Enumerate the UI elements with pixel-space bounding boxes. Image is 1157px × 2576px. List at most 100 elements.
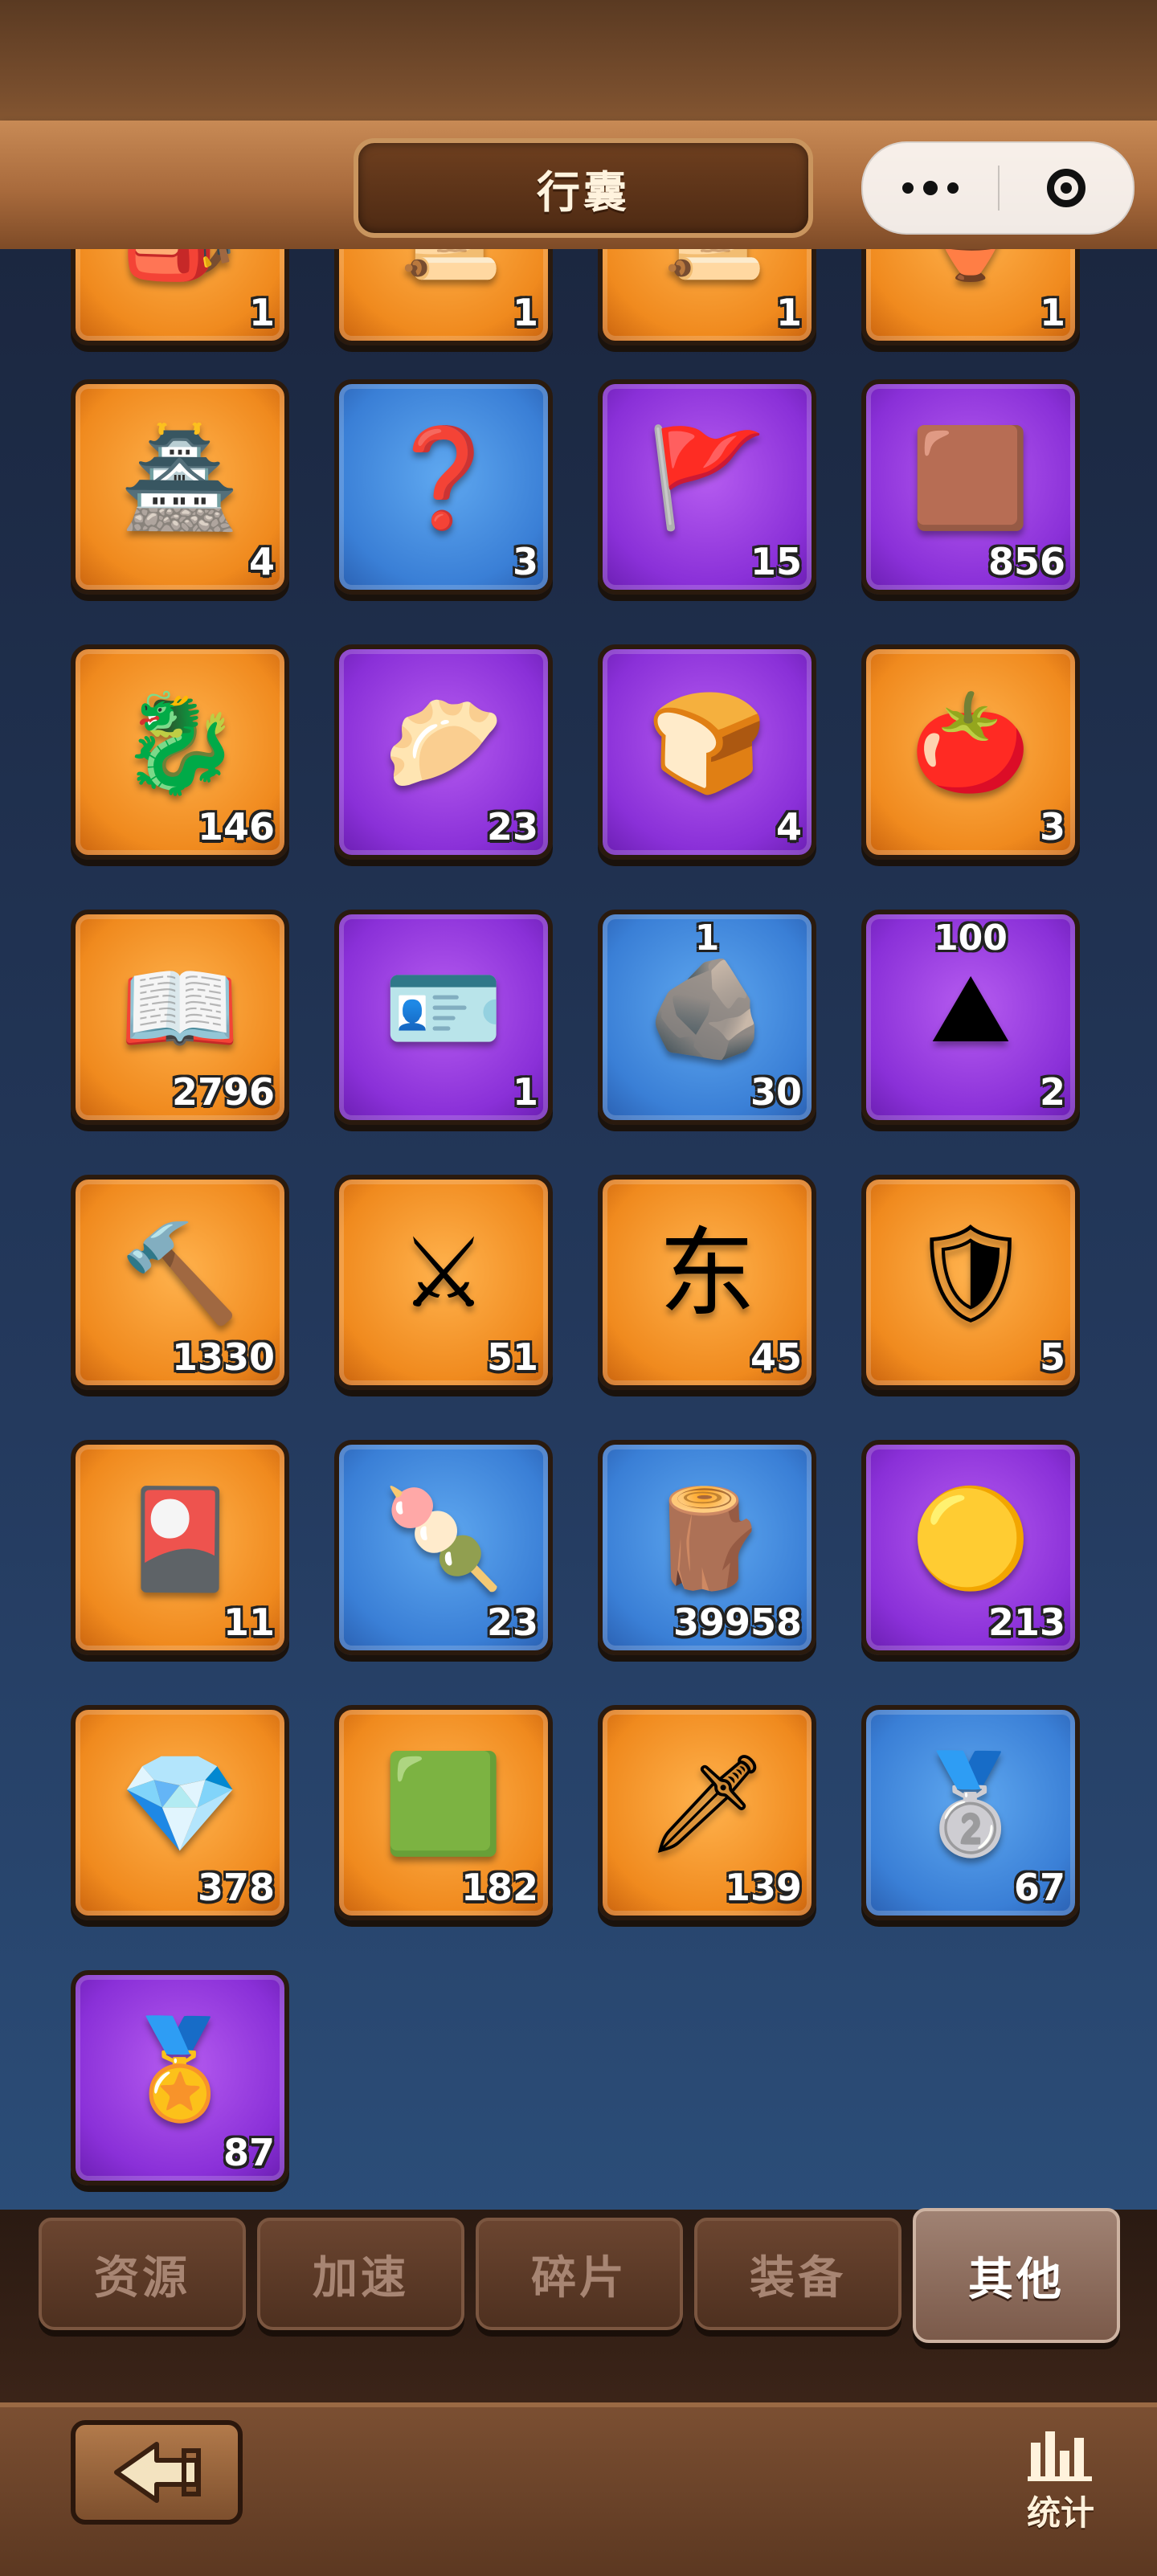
inventory-item[interactable]: ⛰ 100 2 xyxy=(861,910,1080,1125)
item-count: 87 xyxy=(223,2131,275,2174)
jade-icon: 🟩 xyxy=(383,1748,504,1860)
item-count: 39958 xyxy=(673,1601,802,1644)
fortress-relocate-icon: 🏯 xyxy=(120,422,240,534)
ore-pile-icon: ⛰ xyxy=(930,952,1012,1065)
dumplings-icon: 🍡 xyxy=(383,1482,504,1595)
item-count: 23 xyxy=(486,805,538,848)
inventory-item[interactable]: 🍡 23 xyxy=(334,1440,553,1655)
tab-3[interactable]: 装备 xyxy=(694,2218,901,2330)
inventory-item[interactable]: 🔨 1330 xyxy=(71,1175,289,1390)
close-circle-icon xyxy=(1047,169,1085,207)
dot xyxy=(947,182,959,194)
inventory-item[interactable]: 🟫 856 xyxy=(861,379,1080,595)
inventory-item[interactable]: 🚩 15 xyxy=(598,379,816,595)
bar-chart-icon xyxy=(1028,2431,1092,2481)
book-scroll-icon: 📖 xyxy=(120,952,240,1065)
inventory-item[interactable]: 🏺1 xyxy=(861,249,1080,346)
inventory-item[interactable]: 📖 2796 xyxy=(71,910,289,1125)
item-count: 1330 xyxy=(171,1335,275,1379)
inventory-item[interactable]: 🪪 1 xyxy=(334,910,553,1125)
tab-2[interactable]: 碎片 xyxy=(476,2218,683,2330)
tab-1[interactable]: 加速 xyxy=(257,2218,464,2330)
chariot-card-icon: 🎴 xyxy=(120,1482,240,1595)
item-count: 23 xyxy=(486,1601,538,1644)
back-arrow-icon xyxy=(114,2442,201,2503)
item-count: 3 xyxy=(512,540,538,583)
item-count: 1 xyxy=(512,291,538,334)
leather-icon: 🟫 xyxy=(910,422,1031,534)
inventory-item[interactable]: 🟡 213 xyxy=(861,1440,1080,1655)
inventory-item[interactable]: 🎒1 xyxy=(71,249,289,346)
inventory-item[interactable]: 🍅 3 xyxy=(861,644,1080,860)
tab-label: 资源 xyxy=(94,2251,190,2304)
green-card-icon: 🪪 xyxy=(383,952,504,1065)
tab-4[interactable]: 其他 xyxy=(913,2208,1120,2343)
red-shield-icon: 🛡 xyxy=(909,1217,1032,1330)
tab-0[interactable]: 资源 xyxy=(39,2218,246,2330)
item-count: 15 xyxy=(750,540,802,583)
inventory-item[interactable]: 东 45 xyxy=(598,1175,816,1390)
item-count: 3 xyxy=(1039,805,1065,848)
item-count: 1 xyxy=(775,291,802,334)
item-count: 30 xyxy=(750,1070,802,1114)
item-count: 45 xyxy=(750,1335,802,1379)
inventory-item[interactable]: 🥟 23 xyxy=(334,644,553,860)
item-count: 213 xyxy=(987,1601,1065,1644)
back-button[interactable] xyxy=(71,2420,243,2525)
random-relocate-icon: ❓ xyxy=(383,422,504,534)
east-token-icon: 东 xyxy=(659,1217,755,1330)
gold-ore-icon: 🟡 xyxy=(910,1482,1031,1595)
log-icon: 🪵 xyxy=(647,1482,767,1595)
tab-label: 其他 xyxy=(968,2253,1065,2306)
item-count: 139 xyxy=(724,1866,802,1909)
item-count: 67 xyxy=(1013,1866,1065,1909)
dragon-coin-icon: 🐉 xyxy=(120,687,240,799)
inventory-item[interactable]: 🎴 11 xyxy=(71,1440,289,1655)
inventory-grid: 🎒1📜1📜1🏺1🏯4❓3🚩15🟫856🐉146🥟23🍞4🍅3📖2796🪪1🪨13… xyxy=(0,249,1157,2210)
inventory-item[interactable]: 📜1 xyxy=(598,249,816,346)
stats-label: 统计 xyxy=(1026,2493,1094,2533)
stats-button[interactable]: 统计 xyxy=(1012,2427,1109,2539)
item-count: 4 xyxy=(775,805,802,848)
pastry-icon: 🍞 xyxy=(647,687,767,799)
crossed-swords-puzzle-icon: ⚔ xyxy=(400,1217,487,1330)
bun-icon: 🥟 xyxy=(383,687,504,799)
scroll-icon: 📜 xyxy=(383,249,503,278)
item-count: 378 xyxy=(197,1866,275,1909)
close-miniprogram-button[interactable] xyxy=(1000,143,1133,233)
sapphire-icon: 💎 xyxy=(120,1748,240,1860)
inventory-item[interactable]: 🍞 4 xyxy=(598,644,816,860)
item-count: 11 xyxy=(223,1601,275,1644)
inventory-item[interactable]: 🟩 182 xyxy=(334,1705,553,1920)
item-count: 5 xyxy=(1039,1335,1065,1379)
inventory-item[interactable]: ⚔ 51 xyxy=(334,1175,553,1390)
inventory-item[interactable]: 🏅 87 xyxy=(71,1970,289,2186)
tab-label: 装备 xyxy=(750,2251,846,2304)
title-plate: 行囊 xyxy=(354,138,813,238)
top-wood-banner xyxy=(0,0,1157,137)
item-count: 1 xyxy=(512,1070,538,1114)
green-bag-icon: 🎒 xyxy=(120,249,239,278)
silver-medal-icon: 🥈 xyxy=(910,1748,1031,1860)
miniprogram-capsule xyxy=(861,141,1135,235)
inventory-item[interactable]: 🛡 5 xyxy=(861,1175,1080,1390)
inventory-item[interactable]: 💎 378 xyxy=(71,1705,289,1920)
inventory-item[interactable]: 📜1 xyxy=(334,249,553,346)
dagger-icon: 🗡 xyxy=(645,1748,769,1860)
inventory-item[interactable]: 🐉 146 xyxy=(71,644,289,860)
persimmon-icon: 🍅 xyxy=(910,687,1031,799)
item-count: 856 xyxy=(987,540,1065,583)
inventory-item[interactable]: ❓ 3 xyxy=(334,379,553,595)
inventory-item[interactable]: 🥈 67 xyxy=(861,1705,1080,1920)
tab-label: 碎片 xyxy=(531,2251,628,2304)
item-count: 2 xyxy=(1039,1070,1065,1114)
page-title: 行囊 xyxy=(537,166,630,218)
item-level-label: 100 xyxy=(934,918,1008,959)
inventory-item[interactable]: 🪵 39958 xyxy=(598,1440,816,1655)
more-options-button[interactable] xyxy=(863,143,998,233)
item-count: 2796 xyxy=(171,1070,275,1114)
inventory-item[interactable]: 🏯 4 xyxy=(71,379,289,595)
inventory-item[interactable]: 🪨 1 30 xyxy=(598,910,816,1125)
red-medal-icon: 🏅 xyxy=(120,2013,240,2125)
inventory-item[interactable]: 🗡 139 xyxy=(598,1705,816,1920)
